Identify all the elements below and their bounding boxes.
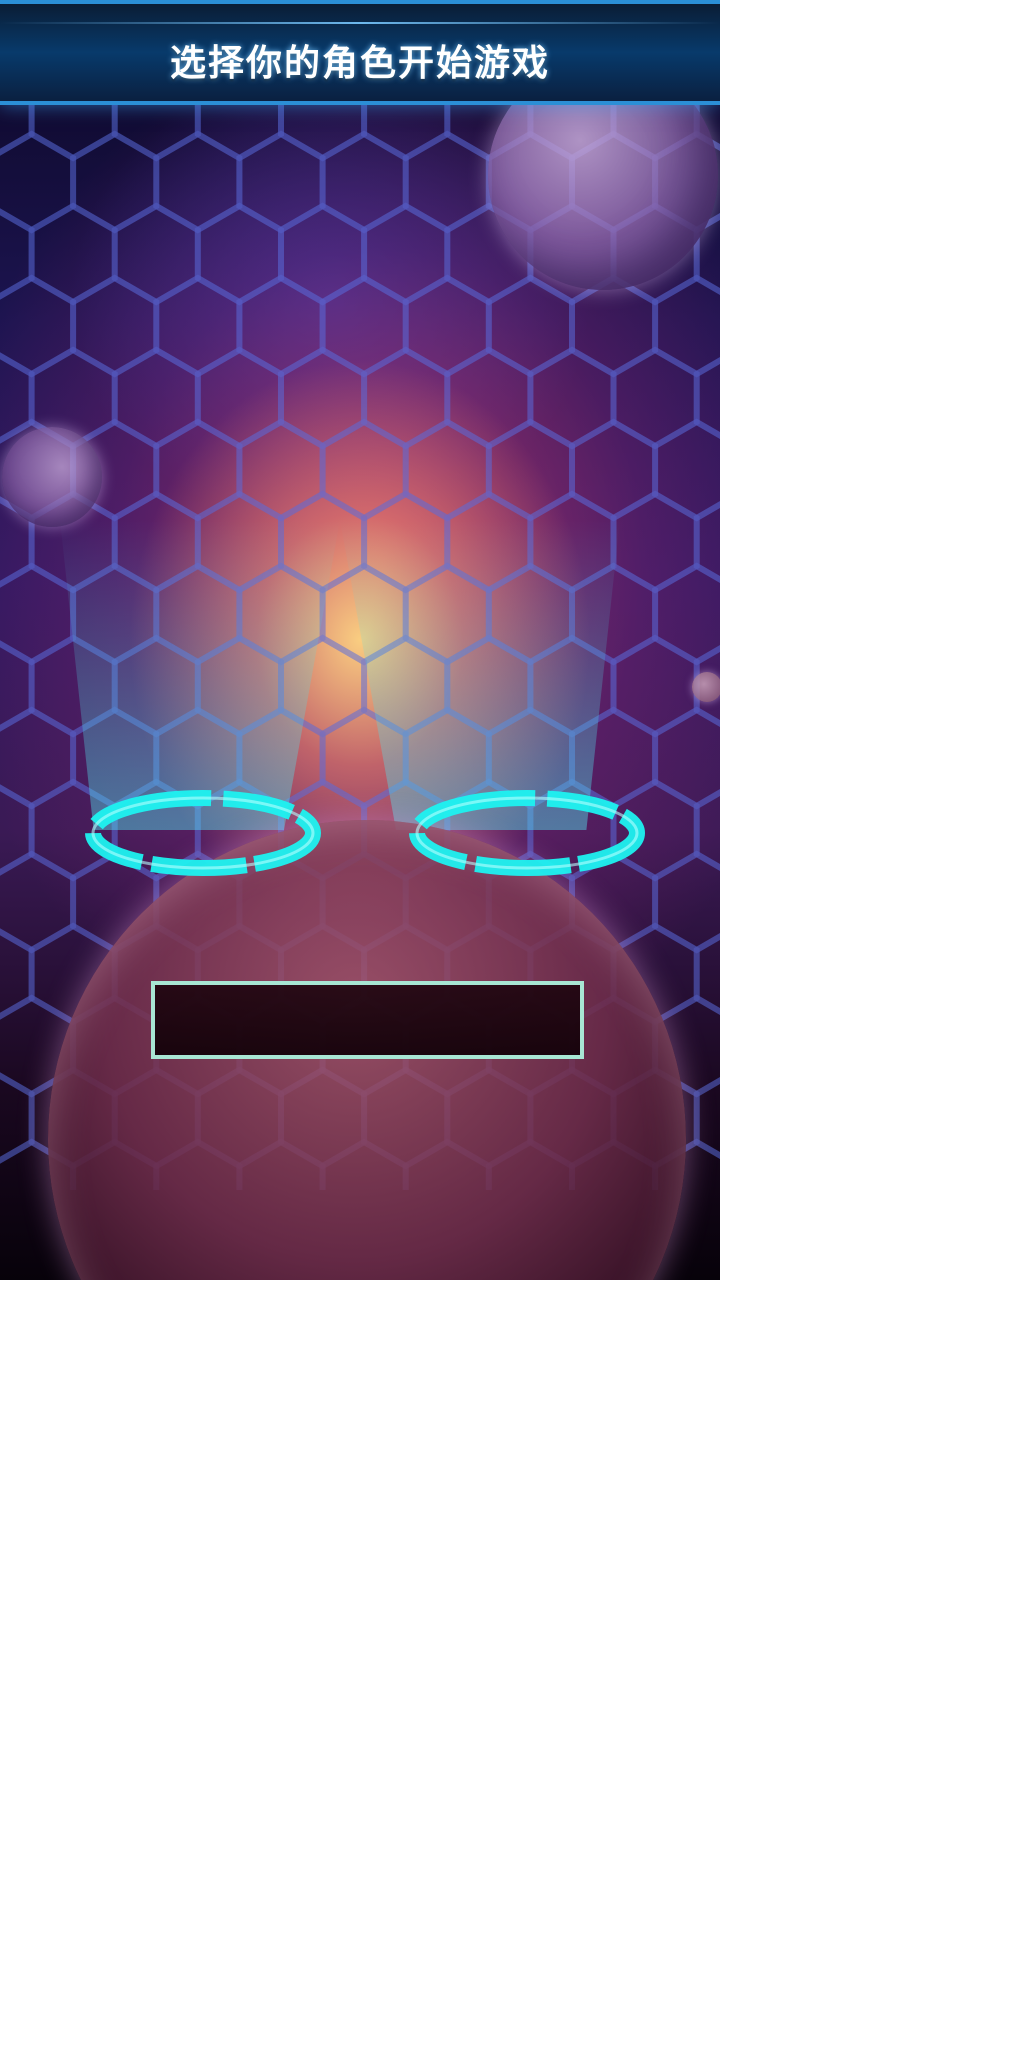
ring-pedestal-icon — [409, 790, 645, 876]
game-screen: 选择你的角色开始游戏 — [0, 0, 720, 1280]
ring-pedestal-icon — [85, 790, 321, 876]
character-name-input[interactable] — [155, 985, 580, 1055]
moon-small-right — [692, 672, 720, 702]
title-bar: 选择你的角色开始游戏 — [0, 0, 720, 105]
character-name-box[interactable] — [151, 981, 584, 1059]
moon-left — [2, 427, 102, 527]
page-title: 选择你的角色开始游戏 — [169, 43, 550, 84]
character-slot-left[interactable] — [80, 788, 326, 878]
character-slot-right[interactable] — [404, 788, 650, 878]
